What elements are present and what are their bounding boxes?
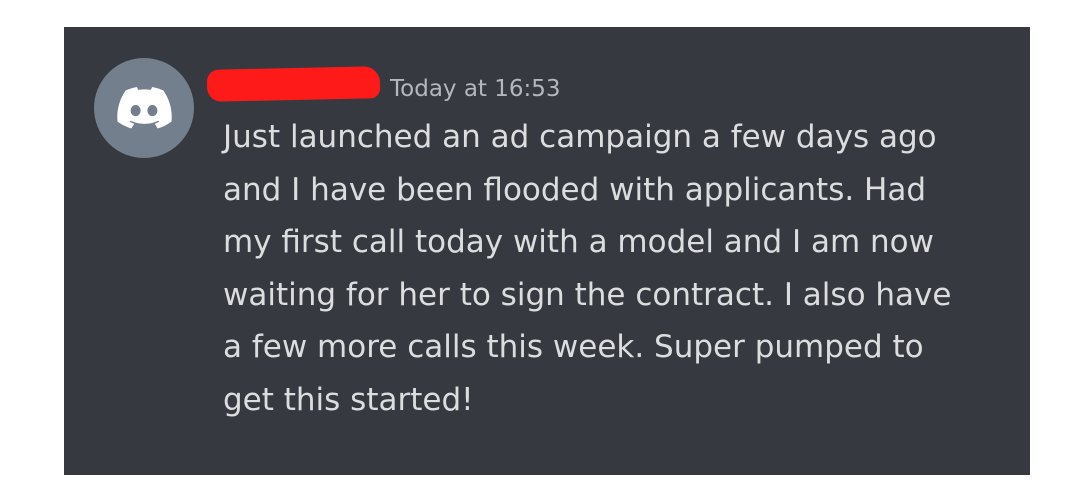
message-timestamp: Today at 16:53 [390,76,561,102]
message-line: and I have been flooded with applicants.… [223,171,927,208]
message-line: waiting for her to sign the contract. I … [223,276,952,313]
username-redaction [206,66,381,102]
message-line: my first call today with a model and I a… [223,224,934,260]
message-card: Today at 16:53 Just launched an ad campa… [64,27,1030,475]
message-content: Just launched an ad campaign a few days … [223,111,1013,426]
message-line: a few more calls this week. Super pumped… [223,329,924,365]
user-avatar[interactable] [94,58,194,158]
discord-logo-icon [117,87,172,129]
message-line: Just launched an ad campaign a few days … [223,119,937,155]
message-line: get this started! [223,381,474,418]
